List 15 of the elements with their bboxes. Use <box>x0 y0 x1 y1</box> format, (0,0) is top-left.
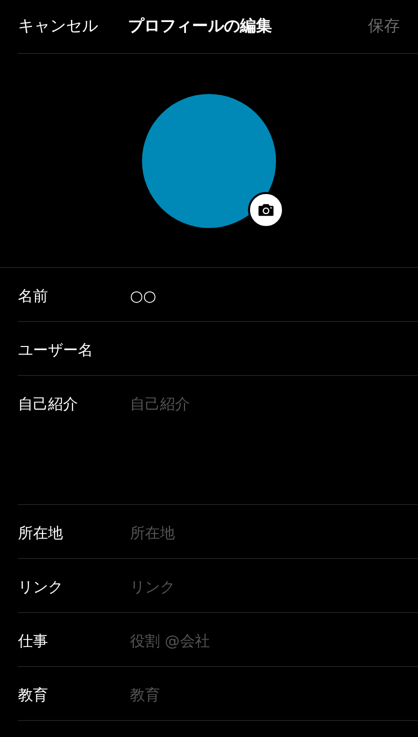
bio-field[interactable]: 自己紹介 <box>130 394 408 484</box>
field-label: 名前 <box>18 286 49 306</box>
input-field[interactable]: ○○ <box>130 286 408 306</box>
field-label: 所在地 <box>18 523 64 543</box>
screen-title: プロフィールの編集 <box>128 16 273 37</box>
input-field[interactable]: リンク <box>130 577 408 597</box>
input-field[interactable]: 役割 @会社 <box>130 631 408 651</box>
field-label: 教育 <box>18 685 49 705</box>
field-label: 仕事 <box>18 631 49 651</box>
field-label: ユーザー名 <box>18 340 94 360</box>
field-label: 自己紹介 <box>18 394 79 414</box>
input-field[interactable]: 教育 <box>130 685 408 705</box>
cancel-button[interactable]: キャンセル <box>18 16 98 37</box>
field-label: リンク <box>18 577 64 597</box>
input-field[interactable]: 所在地 <box>130 523 408 543</box>
